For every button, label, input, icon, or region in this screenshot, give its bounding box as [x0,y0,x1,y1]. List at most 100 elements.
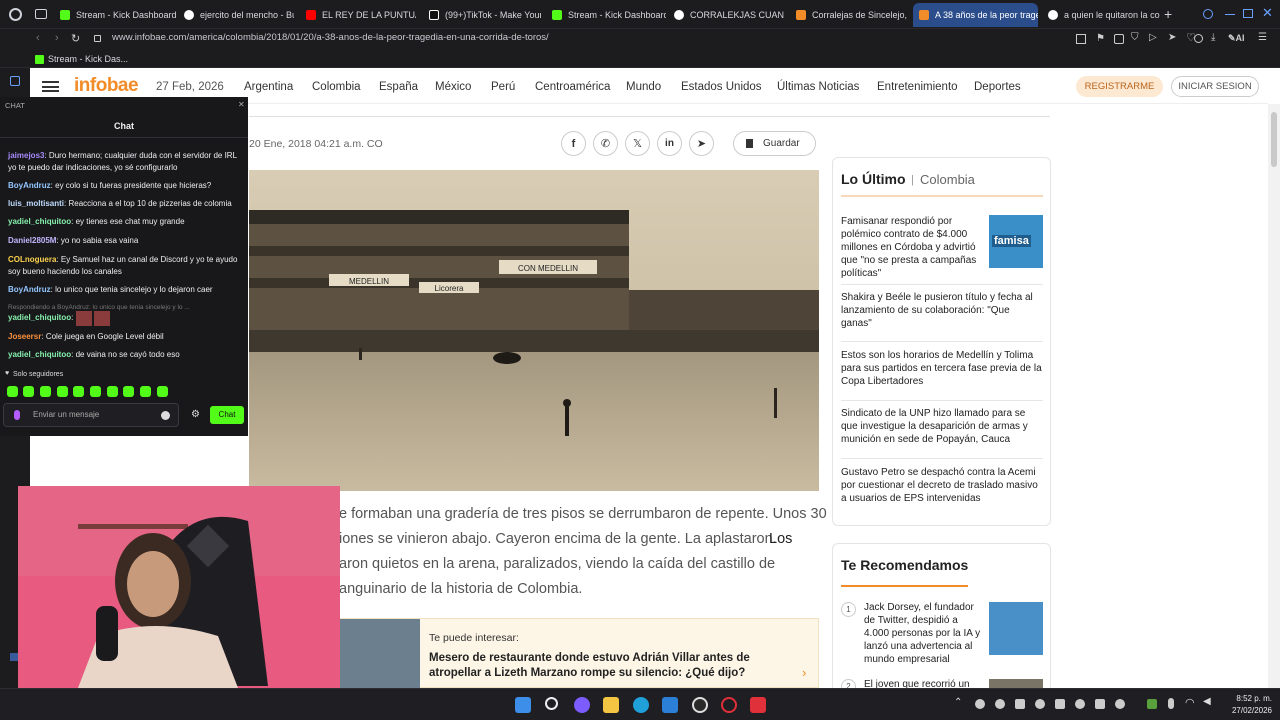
nav-entretenimiento[interactable]: Entretenimiento [877,81,958,93]
recommend-thumbnail[interactable] [989,602,1043,655]
wifi-icon[interactable]: ◠ [1185,696,1195,709]
recommend-thumbnail[interactable] [989,679,1043,688]
close-chat-icon[interactable]: ✕ [238,100,245,109]
nav-colombia[interactable]: Colombia [312,81,361,93]
minimize-icon[interactable] [1225,14,1235,15]
browser-tab[interactable]: ejercito del mencho - Bu [178,3,294,27]
nav-estados-unidos[interactable]: Estados Unidos [681,81,762,93]
emote-icon[interactable] [157,386,168,397]
related-article-title[interactable]: Mesero de restaurante donde estuvo Adriá… [429,652,750,664]
latest-news-thumbnail[interactable]: famisa [989,215,1043,268]
latest-news-item[interactable]: Gustavo Petro se despachó contra la Acem… [841,466,1043,505]
clock-date[interactable]: 27/02/2026 [1222,706,1272,715]
new-tab-icon[interactable]: + [1164,6,1172,22]
login-button[interactable]: INICIAR SESION [1171,76,1259,97]
chat-username[interactable]: yadiel_chiquitoo [8,217,71,226]
chat-username[interactable]: Daniel2805M [8,236,56,245]
recommend-item[interactable]: Jack Dorsey, el fundador de Twitter, des… [864,601,984,666]
profile-icon[interactable] [1194,34,1203,43]
latest-news-item[interactable]: Shakira y Beéle le pusieron título y fec… [841,291,1043,330]
chat-username[interactable]: BoyAndruz [8,285,51,294]
chat-username[interactable]: yadiel_chiquitoo [8,350,71,359]
emote-icon[interactable] [90,386,101,397]
browser-tab[interactable]: a quien le quitaron la co [1042,3,1160,27]
browser-tab[interactable]: EL REY DE LA PUNTUAL [300,3,416,27]
emote-icon[interactable] [73,386,84,397]
volume-icon[interactable]: ◀ [1203,696,1211,707]
download-icon[interactable]: ⤓ [1211,32,1215,43]
edge-icon[interactable] [633,697,649,713]
emote-icon[interactable] [23,386,34,397]
chat-username[interactable]: BoyAndruz [8,181,51,190]
browser-tab-active[interactable]: A 38 años de la peor trage [913,3,1038,27]
latest-section[interactable]: Colombia [920,172,975,187]
latest-news-item[interactable]: Estos son los horarios de Medellín y Tol… [841,349,1043,388]
chat-username[interactable]: COLnoguera [8,255,56,264]
tray-icon[interactable] [975,699,985,709]
chat-input[interactable]: Enviar un mensaje [3,403,179,427]
microphone-icon[interactable] [1168,698,1174,709]
browser-tab[interactable]: Corralejas de Sincelejo, [790,3,908,27]
send-icon[interactable]: ➤ [1168,32,1176,43]
tray-chevron-icon[interactable]: ⌃ [954,697,962,708]
emote-icon[interactable] [140,386,151,397]
nav-espana[interactable]: España [379,81,418,93]
play-icon[interactable]: ▷ [1149,32,1157,43]
send-chat-button[interactable]: Chat [210,406,244,424]
latest-news-item[interactable]: Famisanar respondió por polémico contrat… [841,215,981,280]
nav-ultimas-noticias[interactable]: Últimas Noticias [777,81,859,93]
nav-deportes[interactable]: Deportes [974,81,1021,93]
shield-icon[interactable]: ⛉ [1131,32,1139,43]
scrollbar-thumb[interactable] [1271,112,1277,167]
save-article-button[interactable]: Guardar [733,131,816,156]
maximize-icon[interactable] [1243,9,1253,18]
chat-username[interactable]: luis_moltisanti [8,199,64,208]
article-link[interactable]: Los [769,531,792,547]
emote-icon[interactable] [107,386,118,397]
nav-mexico[interactable]: México [435,81,471,93]
search-tabs-icon[interactable] [1203,9,1213,19]
ai-icon[interactable]: ✎AI [1228,33,1245,44]
emoji-icon[interactable] [161,411,170,420]
tray-icon[interactable] [1055,699,1065,709]
search-icon[interactable] [545,697,558,710]
tray-icon[interactable] [1095,699,1105,709]
file-explorer-icon[interactable] [603,697,619,713]
whatsapp-share-icon[interactable]: ✆ [593,131,618,156]
emote-icon[interactable] [57,386,68,397]
reader-icon[interactable] [1076,34,1086,44]
tray-icon[interactable] [1147,699,1157,709]
browser-tab[interactable]: Stream - Kick Dashboard [546,3,666,27]
nav-argentina[interactable]: Argentina [244,81,293,93]
tray-icon[interactable] [1115,699,1125,709]
tray-icon[interactable] [1015,699,1025,709]
browser-tab[interactable]: Stream - Kick Dashboard [54,3,176,27]
copilot-icon[interactable] [574,697,590,713]
screenshot-icon[interactable] [1114,34,1124,44]
clock-time[interactable]: 8:52 p. m. [1228,694,1272,703]
forward-icon[interactable]: › [55,32,59,44]
nav-peru[interactable]: Perú [491,81,515,93]
chevron-right-icon[interactable]: › [802,665,806,680]
register-button[interactable]: REGISTRARME [1076,76,1163,97]
close-window-icon[interactable]: ✕ [1262,5,1273,21]
more-menu-icon[interactable]: ☰ [1258,32,1267,43]
emote-icon[interactable] [123,386,134,397]
related-article-title[interactable]: atropellar a Lizeth Marzano rompe su sil… [429,667,745,679]
bookmark-item[interactable]: Stream - Kick Das... [48,54,128,64]
back-icon[interactable]: ‹ [36,32,40,44]
facebook-share-icon[interactable]: f [561,131,586,156]
scrollbar-track[interactable] [1268,104,1280,688]
telegram-share-icon[interactable]: ➤ [689,131,714,156]
bookmark-icon[interactable]: ⚑ [1096,33,1105,44]
workspaces-icon[interactable] [35,9,47,19]
opera-icon[interactable] [721,697,737,713]
obs-icon[interactable] [692,697,708,713]
linkedin-share-icon[interactable]: in [657,131,682,156]
settings-gear-icon[interactable]: ⚙ [191,409,200,420]
x-share-icon[interactable]: 𝕏 [625,131,650,156]
panel-icon[interactable] [10,653,18,661]
browser-tab[interactable]: CORRALEKJAS CUANDO [668,3,784,27]
nav-mundo[interactable]: Mundo [626,81,661,93]
latest-news-item[interactable]: Sindicato de la UNP hizo llamado para se… [841,407,1043,446]
